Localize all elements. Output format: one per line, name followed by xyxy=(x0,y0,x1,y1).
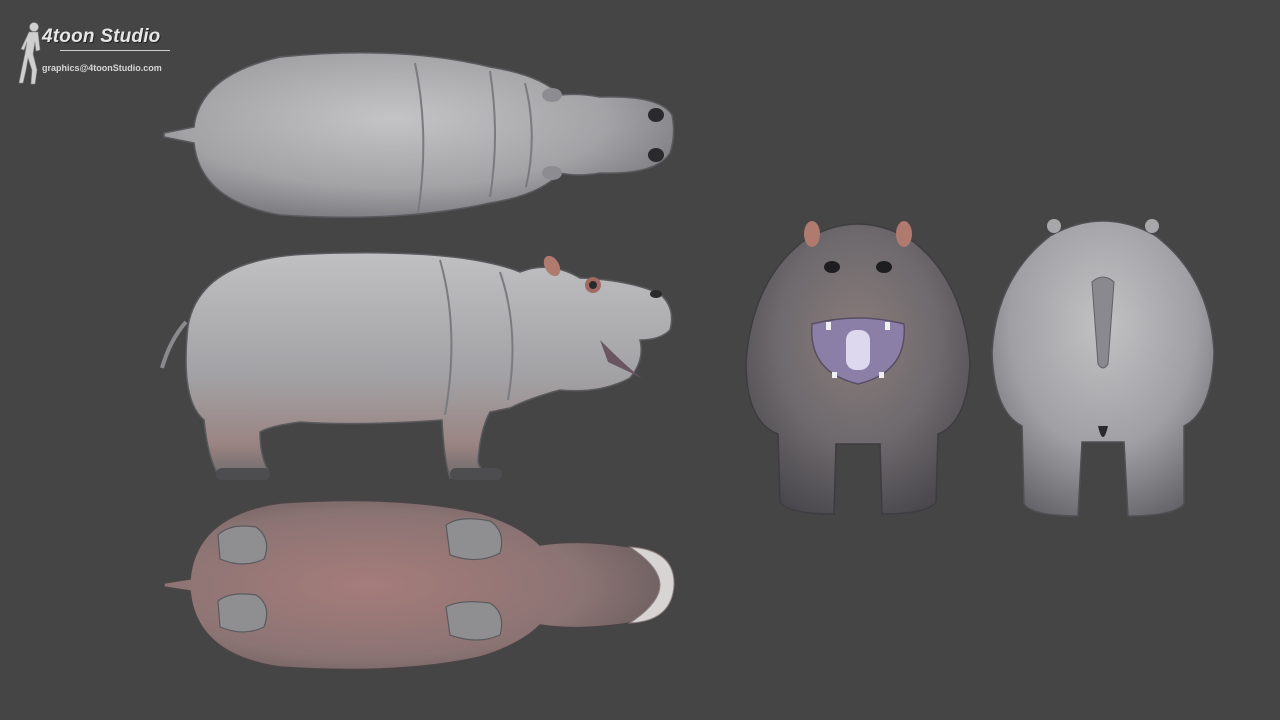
logo-email: graphics@4toonStudio.com xyxy=(42,63,162,73)
hippo-side-view xyxy=(160,252,673,480)
hippo-top-view xyxy=(163,52,675,219)
logo-title: 4toon Studio xyxy=(42,26,161,47)
hippo-bottom-view xyxy=(163,499,675,671)
hippo-front-view xyxy=(745,221,971,515)
hippo-back-view xyxy=(991,219,1215,517)
figure-icon xyxy=(18,22,41,85)
logo-underline xyxy=(60,50,170,51)
